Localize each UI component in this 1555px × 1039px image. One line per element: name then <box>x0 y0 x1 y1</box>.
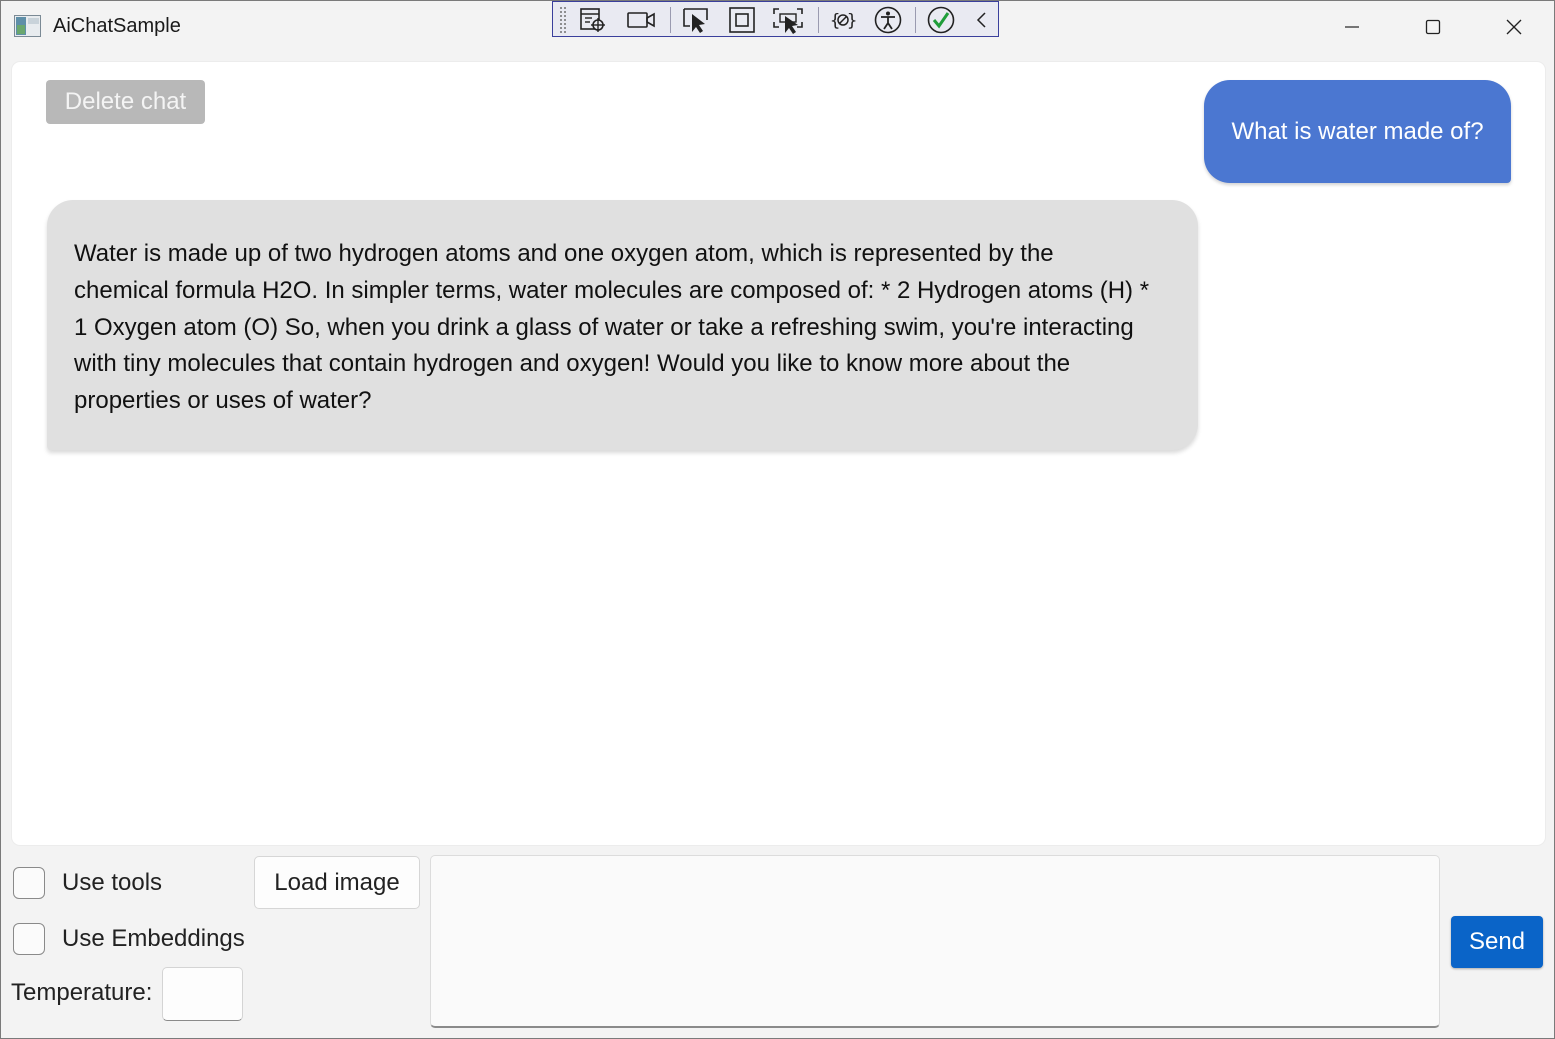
minimize-button[interactable] <box>1312 0 1392 54</box>
close-button[interactable] <box>1474 0 1554 54</box>
use-embeddings-option[interactable]: Use Embeddings <box>13 922 245 956</box>
temperature-label: Temperature: <box>11 979 153 1006</box>
grip-icon[interactable] <box>559 6 567 34</box>
use-tools-checkbox[interactable] <box>13 867 45 899</box>
use-embeddings-label: Use Embeddings <box>62 925 245 952</box>
display-layout-adorners-icon[interactable] <box>724 4 760 36</box>
use-tools-option[interactable]: Use tools <box>13 866 162 900</box>
collapse-icon[interactable] <box>967 4 995 36</box>
prompt-input[interactable] <box>430 855 1440 1028</box>
track-focus-icon[interactable] <box>770 4 806 36</box>
window-title: AiChatSample <box>53 15 181 37</box>
assistant-message-line: properties or uses of water? <box>74 387 372 415</box>
select-element-icon[interactable] <box>678 4 714 36</box>
assistant-message-line: chemical formula H2O. In simpler terms, … <box>74 276 1150 304</box>
send-button[interactable]: Send <box>1451 916 1543 968</box>
minimize-icon <box>1345 26 1359 28</box>
close-icon <box>1506 19 1522 35</box>
user-message-text: What is water made of? <box>1231 117 1484 145</box>
accessibility-icon[interactable] <box>870 4 906 36</box>
use-embeddings-checkbox[interactable] <box>13 923 45 955</box>
user-message-bubble: What is water made of? <box>1204 80 1511 183</box>
assistant-message-line: with tiny molecules that contain hydroge… <box>74 350 1071 378</box>
load-image-button[interactable]: Load image <box>254 856 420 909</box>
delete-chat-button[interactable]: Delete chat <box>46 80 205 124</box>
app-icon <box>14 15 41 37</box>
assistant-message-line: 1 Oxygen atom (O) So, when you drink a g… <box>74 313 1134 341</box>
use-tools-label: Use tools <box>62 869 163 896</box>
binding-failures-icon[interactable]: {} <box>825 4 861 36</box>
check-icon[interactable] <box>923 4 959 36</box>
record-icon[interactable] <box>623 4 659 36</box>
maximize-button[interactable] <box>1393 0 1473 54</box>
assistant-message-bubble: Water is made up of two hydrogen atoms a… <box>47 200 1198 450</box>
assistant-message-line: Water is made up of two hydrogen atoms a… <box>74 240 1054 267</box>
temperature-input[interactable] <box>162 967 243 1021</box>
maximize-icon <box>1425 19 1441 35</box>
live-visual-tree-icon[interactable] <box>575 4 611 36</box>
debug-toolbar: {} <box>552 1 999 37</box>
